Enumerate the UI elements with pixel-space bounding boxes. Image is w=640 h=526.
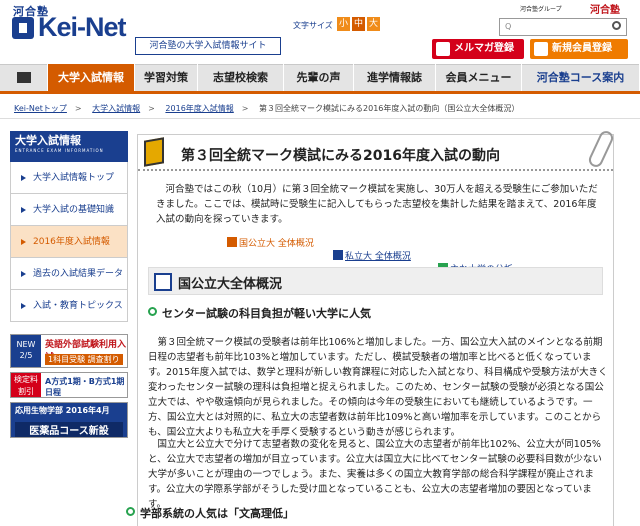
logo-mark-icon[interactable]	[12, 17, 34, 39]
breadcrumb-current: 第３回全統マーク模試にみる2016年度入試の動向（国公立大全体概況）	[259, 104, 520, 113]
sidebar-item-past-results[interactable]: 過去の入試結果データ	[10, 258, 128, 290]
nav-exam-info[interactable]: 大学入試情報	[48, 64, 135, 91]
member-register-button[interactable]: 新規会員登録	[530, 39, 628, 59]
nav-study[interactable]: 学習対策	[135, 64, 198, 91]
tab-private-overview[interactable]: 私立大 全体概況	[333, 249, 640, 262]
circle-bullet-icon	[126, 507, 135, 516]
home-icon	[17, 72, 31, 83]
sidebar-title: 大学入試情報	[15, 134, 81, 147]
body-paragraph: 第３回全統マーク模試の受験者は前年比106%と増加しました。一方、国公立大入試の…	[148, 337, 608, 438]
banner-fee-discount[interactable]: 検定料 割引 A方式1期・B方式1期日程	[10, 372, 128, 398]
logo-subtitle: 河合塾の大学入試情報サイト	[135, 37, 281, 55]
nav-member-menu[interactable]: 会員メニュー	[436, 64, 522, 91]
group-text: 河合塾グループ	[520, 6, 562, 13]
sidebar-item-top[interactable]: 大学入試情報トップ	[10, 162, 128, 194]
subheading: センター試験の科目負担が軽い大学に人気	[162, 307, 371, 320]
nav-school-search[interactable]: 志望校検索	[198, 64, 284, 91]
section-title: 国公立大全体概況	[178, 277, 283, 292]
nav-home[interactable]	[0, 64, 48, 91]
breadcrumb: Kei-Netトップ > 大学入試情報 > 2016年度入試情報 > 第３回全統マーク…	[0, 99, 640, 119]
fontsize-label: 文字サイズ	[293, 21, 333, 30]
search-input[interactable]: Q	[499, 18, 627, 36]
breadcrumb-item[interactable]: 大学入試情報	[92, 104, 140, 113]
sidebar-item-topics[interactable]: 入試・教育トピックス	[10, 290, 128, 322]
banner-subtitle: 1科目受験 調査割り	[45, 354, 123, 365]
member-register-label: 新規会員登録	[552, 43, 612, 54]
sidebar: 大学入試情報 ENTRANCE EXAM INFORMATION 大学入試情報ト…	[10, 131, 128, 322]
banner-new-badge: NEW 2/5	[11, 335, 41, 367]
nav-senior-voice[interactable]: 先輩の声	[284, 64, 354, 91]
logo-text[interactable]: Kei-Net	[38, 12, 127, 43]
sidebar-item-2016[interactable]: 2016年度入試情報	[10, 226, 128, 258]
banner-title: A方式1期・B方式1期日程	[45, 377, 125, 397]
nav-magazine[interactable]: 進学情報誌	[354, 64, 436, 91]
page-title: 第３回全統マーク模試にみる2016年度入試の動向	[181, 148, 500, 164]
banner-discount-badge: 検定料 割引	[11, 373, 41, 397]
sidebar-subtitle: ENTRANCE EXAM INFORMATION	[15, 148, 104, 153]
pencil-icon	[154, 273, 172, 291]
magazine-register-button[interactable]: メルマガ登録	[432, 39, 524, 59]
magazine-register-label: メルマガ登録	[454, 43, 514, 54]
mail-icon	[436, 42, 450, 56]
banner-biology[interactable]: 応用生物学部 2016年4月 医薬品コース新設	[10, 402, 128, 438]
sidebar-header: 大学入試情報 ENTRANCE EXAM INFORMATION	[10, 131, 128, 162]
fontsize-small-button[interactable]: 小	[337, 17, 350, 31]
group-logo[interactable]: 河合塾	[590, 1, 620, 16]
search-icon[interactable]	[612, 21, 621, 30]
banner-english-exam[interactable]: NEW 2/5 英語外部試験利用入試 1科目受験 調査割り	[10, 334, 128, 368]
breadcrumb-item[interactable]: Kei-Netトップ	[14, 104, 67, 113]
sidebar-item-basics[interactable]: 大学入試の基礎知識	[10, 194, 128, 226]
banner-subtitle: 医薬品コース新設	[15, 422, 123, 437]
intro-paragraph: 河合塾ではこの秋（10月）に第３回全統マーク模試を実施し、30万人を超える受験生…	[156, 184, 598, 225]
body-paragraph: 国立大と公立大で分けて志望者数の変化を見ると、国公立大の志望者が前年比102%、…	[148, 439, 602, 510]
fontsize-medium-button[interactable]: 中	[352, 17, 365, 31]
tab-national-overview[interactable]: 国公立大 全体概況	[227, 236, 640, 249]
subheading: 学部系統の人気は「文高理低」	[140, 507, 294, 520]
breadcrumb-item[interactable]: 2016年度入試情報	[165, 104, 233, 113]
fontsize-large-button[interactable]: 大	[367, 17, 380, 31]
book-icon	[144, 137, 164, 167]
banner-title: 応用生物学部 2016年4月	[15, 406, 110, 415]
circle-bullet-icon	[148, 307, 157, 316]
nav-course-guide[interactable]: 河合塾コース案内	[522, 64, 640, 91]
people-icon	[534, 42, 548, 56]
